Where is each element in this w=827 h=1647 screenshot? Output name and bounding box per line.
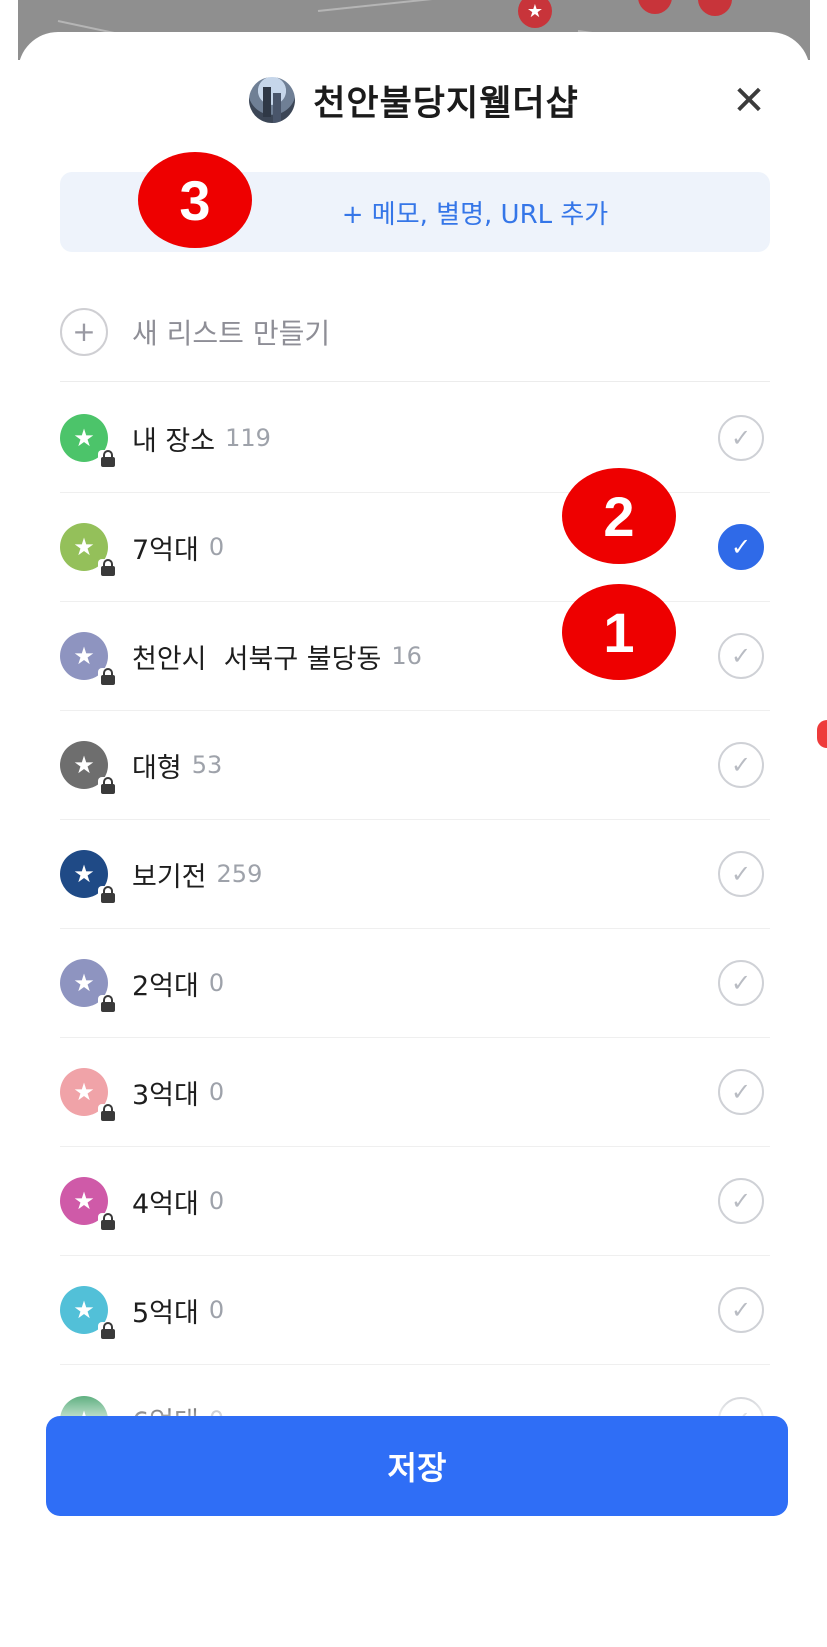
- check-icon[interactable]: ✓: [718, 742, 764, 788]
- lock-icon: [98, 777, 118, 795]
- star-icon: ★: [60, 1286, 118, 1340]
- check-icon[interactable]: ✓: [718, 960, 764, 1006]
- list-item-name: 대형: [132, 752, 182, 784]
- list-item-name: 천안시 서북구 불당동: [132, 643, 382, 675]
- lock-icon: [98, 1104, 118, 1122]
- lock-icon: [98, 886, 118, 904]
- check-icon[interactable]: ✓: [718, 851, 764, 897]
- list-container: ★ 내 장소 119 ✓ ★ 7억대 0 ✓ ★ 천안시 서북구 불당동 16 ✓ ★ 대형 53 ✓ ★ 보기전…: [60, 384, 770, 1474]
- new-list-button[interactable]: + 새 리스트 만들기: [60, 282, 770, 382]
- annotation-badge-2: 2: [562, 468, 676, 564]
- star-icon: ★: [60, 523, 118, 577]
- edge-marker: [817, 720, 827, 748]
- list-item-count: 119: [225, 424, 271, 452]
- list-item-name: 7억대: [132, 534, 199, 566]
- list-item-name: 4억대: [132, 1188, 199, 1220]
- check-icon[interactable]: ✓: [718, 1069, 764, 1115]
- save-to-list-sheet: 천안불당지웰더샵 ✕ + 메모, 별명, URL 추가 3 + 새 리스트 만들…: [18, 32, 810, 1612]
- list-item-count: 0: [208, 1296, 225, 1324]
- check-icon[interactable]: ✓: [718, 415, 764, 461]
- list-item[interactable]: ★ 4억대 0 ✓: [60, 1147, 770, 1256]
- star-icon: ★: [60, 959, 118, 1013]
- lock-icon: [98, 1213, 118, 1231]
- lock-icon: [98, 1322, 118, 1340]
- map-pin-icon: ★: [518, 0, 552, 28]
- list-item-count: 0: [208, 1078, 225, 1106]
- list-item-name: 5억대: [132, 1297, 199, 1329]
- lock-icon: [98, 995, 118, 1013]
- check-icon[interactable]: ✓: [718, 1178, 764, 1224]
- star-icon: ★: [60, 850, 118, 904]
- map-pin-icon: [698, 0, 732, 16]
- annotation-badge-1: 1: [562, 584, 676, 680]
- lock-icon: [98, 668, 118, 686]
- lock-icon: [98, 559, 118, 577]
- list-item-count: 259: [216, 860, 263, 888]
- lock-icon: [98, 450, 118, 468]
- close-icon[interactable]: ✕: [726, 78, 772, 124]
- list-item-name: 3억대: [132, 1079, 199, 1111]
- list-item[interactable]: ★ 대형 53 ✓: [60, 711, 770, 820]
- plus-icon: +: [60, 307, 108, 356]
- list-item-name: 2억대: [132, 970, 199, 1002]
- list-item[interactable]: ★ 보기전 259 ✓: [60, 820, 770, 929]
- list-item[interactable]: ★ 2억대 0 ✓: [60, 929, 770, 1038]
- place-title: 천안불당지웰더샵: [313, 83, 579, 124]
- list-item-name: 보기전: [132, 861, 207, 893]
- list-item-count: 0: [208, 1187, 225, 1215]
- list-item-count: 53: [191, 751, 223, 779]
- add-memo-label: + 메모, 별명, URL 추가: [341, 199, 609, 230]
- star-icon: ★: [60, 741, 118, 795]
- list-item[interactable]: ★ 5억대 0 ✓: [60, 1256, 770, 1365]
- check-icon[interactable]: ✓: [718, 633, 764, 679]
- check-icon[interactable]: ✓: [718, 524, 764, 570]
- list-item[interactable]: ★ 3억대 0 ✓: [60, 1038, 770, 1147]
- star-icon: ★: [60, 414, 118, 468]
- star-icon: ★: [60, 1068, 118, 1122]
- map-pin-icon: [638, 0, 672, 14]
- list-item-name: 내 장소: [132, 425, 216, 457]
- list-item-count: 0: [208, 533, 225, 561]
- check-icon[interactable]: ✓: [718, 1287, 764, 1333]
- annotation-badge-3: 3: [138, 152, 252, 248]
- new-list-label: 새 리스트 만들기: [132, 316, 331, 350]
- list-item-count: 0: [208, 969, 225, 997]
- star-icon: ★: [60, 632, 118, 686]
- list-item-count: 16: [391, 642, 422, 670]
- star-icon: ★: [60, 1177, 118, 1231]
- list-item[interactable]: ★ 내 장소 119 ✓: [60, 384, 770, 493]
- place-thumbnail: [249, 77, 296, 123]
- save-button[interactable]: 저장: [46, 1416, 788, 1516]
- sheet-header: 천안불당지웰더샵 ✕: [18, 70, 810, 130]
